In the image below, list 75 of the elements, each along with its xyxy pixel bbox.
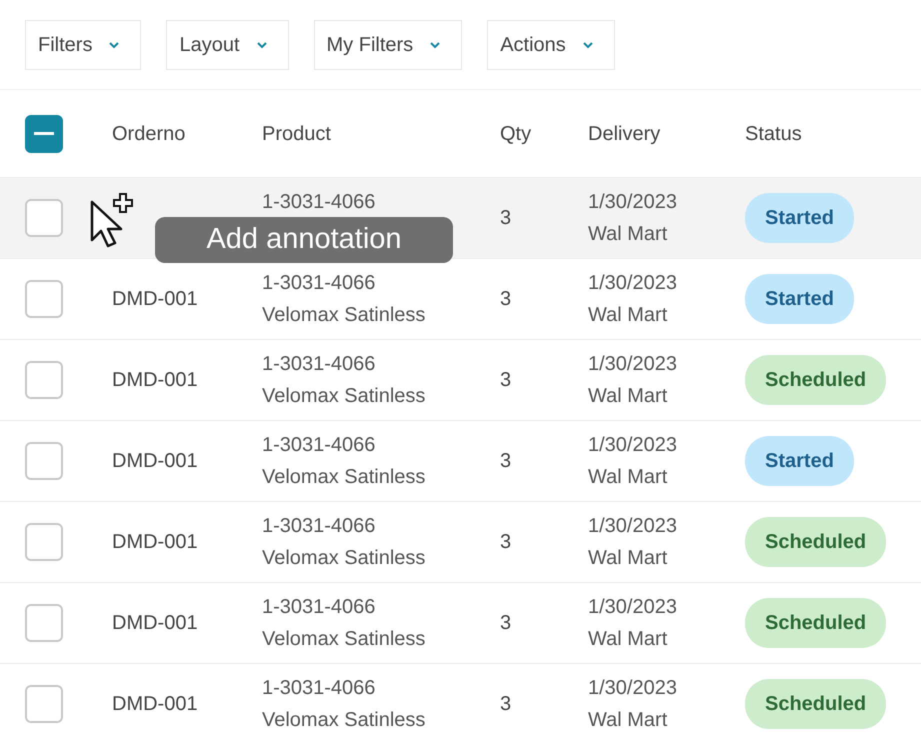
column-header: Orderno [112,122,186,144]
caret-icon [582,40,594,48]
quantity: 3 [500,450,512,472]
order-number: DMD-001 [112,693,198,715]
row-checkbox[interactable] [25,604,63,642]
product-code: 1-3031-4066 [262,514,376,539]
quantity: 3 [500,207,512,229]
delivery-date: 1/30/2023 [588,433,678,458]
table-row[interactable]: DMD-001 1-3031-4066 Velomax Satinless 3 1/30/2023 Wal Mart Scheduled [0,583,921,664]
delivery-date: 1/30/2023 [588,514,678,539]
table-row[interactable]: DMD-001 1-3031-4066 Velomax Satinless 3 1/30/2023 Wal Mart Started [0,421,921,502]
product-name: Velomax Satinless [262,708,426,733]
product-code: 1-3031-4066 [262,271,376,296]
order-number: DMD-001 [112,450,198,472]
store-name: Wal Mart [588,546,668,571]
status-badge: Started [745,193,854,243]
status-badge: Scheduled [745,679,886,729]
quantity: 3 [500,288,512,310]
quantity: 3 [500,531,512,553]
order-number: DMD-001 [112,288,198,310]
store-name: Wal Mart [588,708,668,733]
delivery-date: 1/30/2023 [588,676,678,701]
column-header: Status [745,122,802,144]
product-code: 1-3031-4066 [262,595,376,620]
status-badge: Scheduled [745,517,886,567]
quantity: 3 [500,369,512,391]
product-name: Velomax Satinless [262,384,426,409]
status-badge: Scheduled [745,598,886,648]
product-name: Velomax Satinless [262,627,426,652]
dropdown-button[interactable]: Actions [487,20,615,70]
store-name: Wal Mart [588,465,668,490]
table-row[interactable]: DMD-001 1-3031-4066 Velomax Satinless 3 1/30/2023 Wal Mart Scheduled [0,502,921,583]
store-name: Wal Mart [588,303,668,328]
delivery-date: 1/30/2023 [588,352,678,377]
column-header: Product [262,122,331,144]
status-badge: Started [745,274,854,324]
select-all-checkbox[interactable] [25,114,63,152]
column-header: Delivery [588,122,660,144]
caret-icon [256,40,268,48]
product-name: Velomax Satinless [262,546,426,571]
dropdown-button[interactable]: My Filters [314,20,462,70]
product-code: 1-3031-4066 [262,352,376,377]
row-checkbox[interactable] [25,199,63,237]
status-badge: Scheduled [745,355,886,405]
status-badge: Started [745,436,854,486]
store-name: Wal Mart [588,627,668,652]
table-row[interactable]: DMD-001 1-3031-4066 Velomax Satinless 3 1/30/2023 Wal Mart Scheduled [0,340,921,421]
delivery-date: 1/30/2023 [588,190,678,215]
row-checkbox[interactable] [25,442,63,480]
delivery-date: 1/30/2023 [588,595,678,620]
tooltip: Add annotation [155,217,453,263]
product-name: Velomax Satinless [262,465,426,490]
product-name: Velomax Satinless [262,303,426,328]
minus-icon [34,132,54,136]
quantity: 3 [500,693,512,715]
product-code: 1-3031-4066 [262,190,376,215]
row-checkbox[interactable] [25,280,63,318]
caret-icon [108,40,120,48]
dropdown-button[interactable]: Filters [25,20,142,70]
order-number: DMD-001 [112,369,198,391]
row-checkbox[interactable] [25,523,63,561]
order-number: DMD-001 [112,531,198,553]
product-code: 1-3031-4066 [262,433,376,458]
delivery-date: 1/30/2023 [588,271,678,296]
product-code: 1-3031-4066 [262,676,376,701]
order-number: DMD-001 [112,612,198,634]
store-name: Wal Mart [588,222,668,247]
dropdown-button[interactable]: Layout [166,20,289,70]
store-name: Wal Mart [588,384,668,409]
row-checkbox[interactable] [25,685,63,723]
column-header: Qty [500,122,532,144]
quantity: 3 [500,612,512,634]
table-row[interactable]: DMD-001 1-3031-4066 Velomax Satinless 3 1/30/2023 Wal Mart Scheduled [0,664,921,744]
caret-icon [429,40,442,48]
row-checkbox[interactable] [25,361,63,399]
